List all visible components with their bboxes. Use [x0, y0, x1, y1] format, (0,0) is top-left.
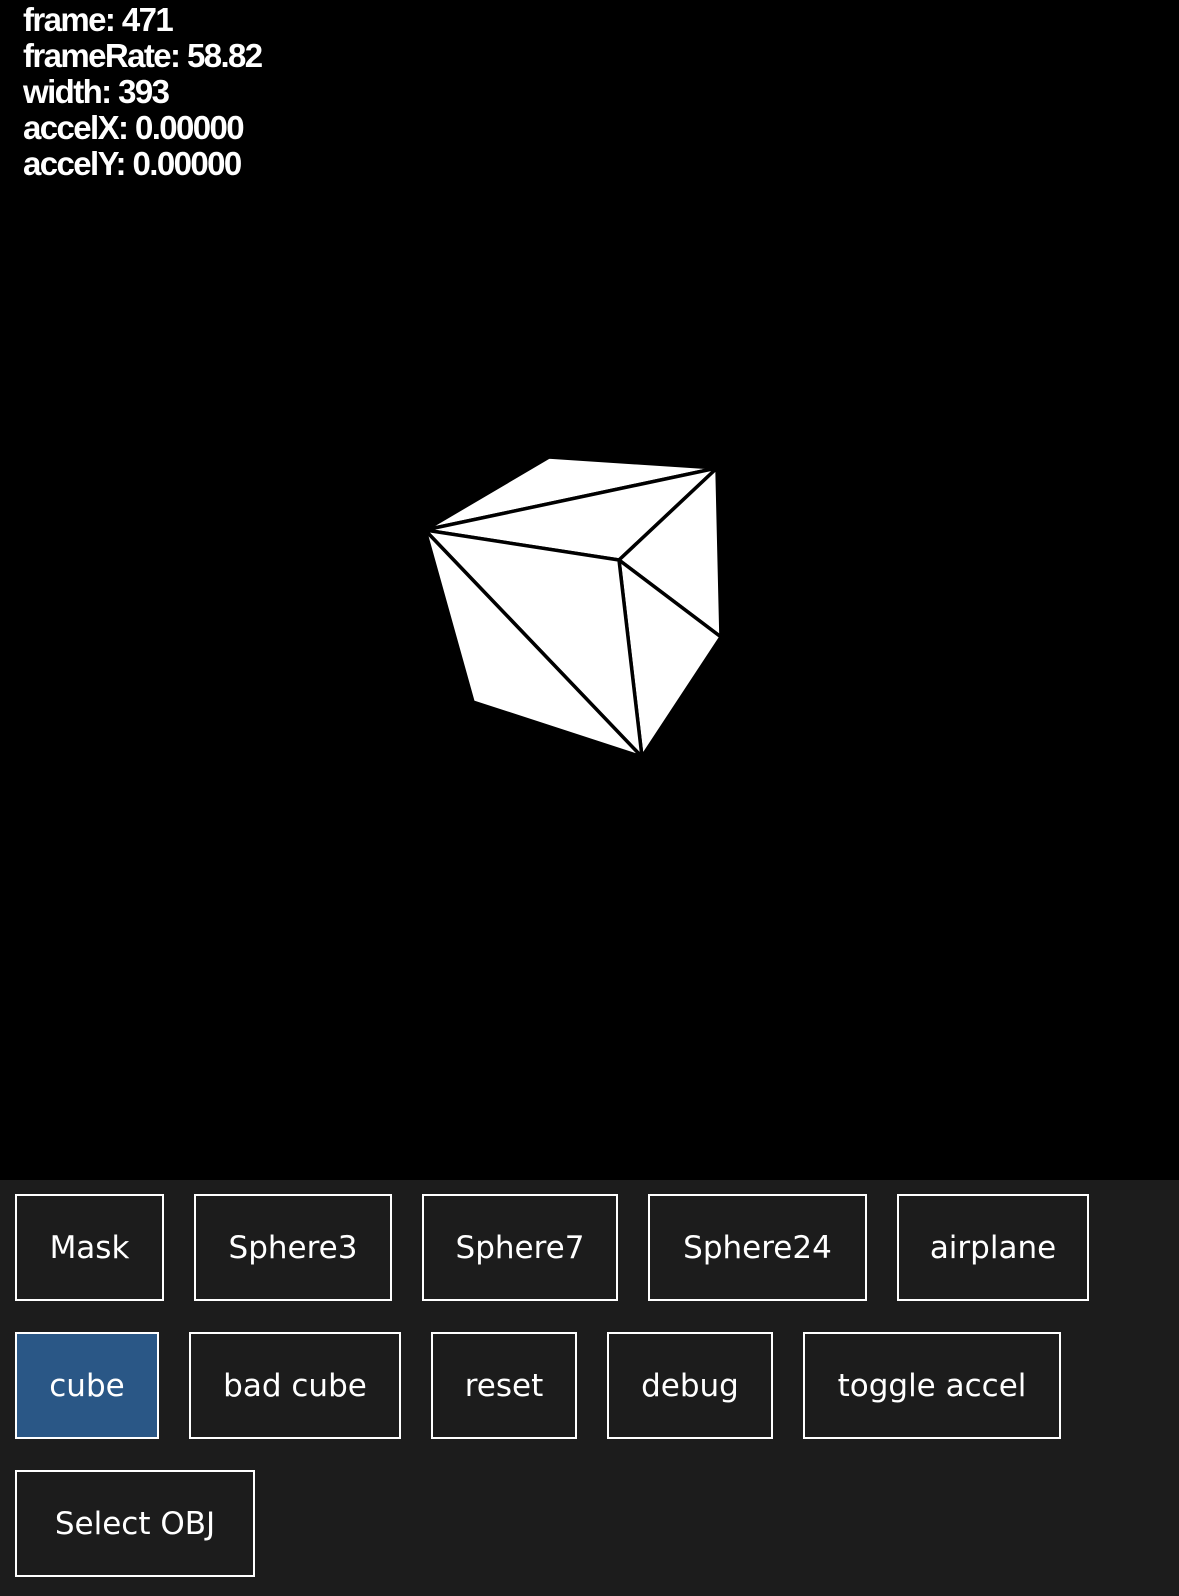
airplane-button[interactable]: airplane — [897, 1194, 1089, 1301]
render-canvas[interactable]: frame: 471 frameRate: 58.82 width: 393 a… — [0, 0, 1179, 1180]
debug-button[interactable]: debug — [607, 1332, 773, 1439]
sphere7-button[interactable]: Sphere7 — [422, 1194, 618, 1301]
cube-mesh — [423, 455, 723, 759]
mask-button[interactable]: Mask — [15, 1194, 164, 1301]
sphere24-button[interactable]: Sphere24 — [648, 1194, 867, 1301]
sphere3-button[interactable]: Sphere3 — [194, 1194, 392, 1301]
toggle-accel-button[interactable]: toggle accel — [803, 1332, 1061, 1439]
bad-cube-button[interactable]: bad cube — [189, 1332, 401, 1439]
select-obj-button[interactable]: Select OBJ — [15, 1470, 255, 1577]
reset-button[interactable]: reset — [431, 1332, 577, 1439]
cube-button[interactable]: cube — [15, 1332, 159, 1439]
